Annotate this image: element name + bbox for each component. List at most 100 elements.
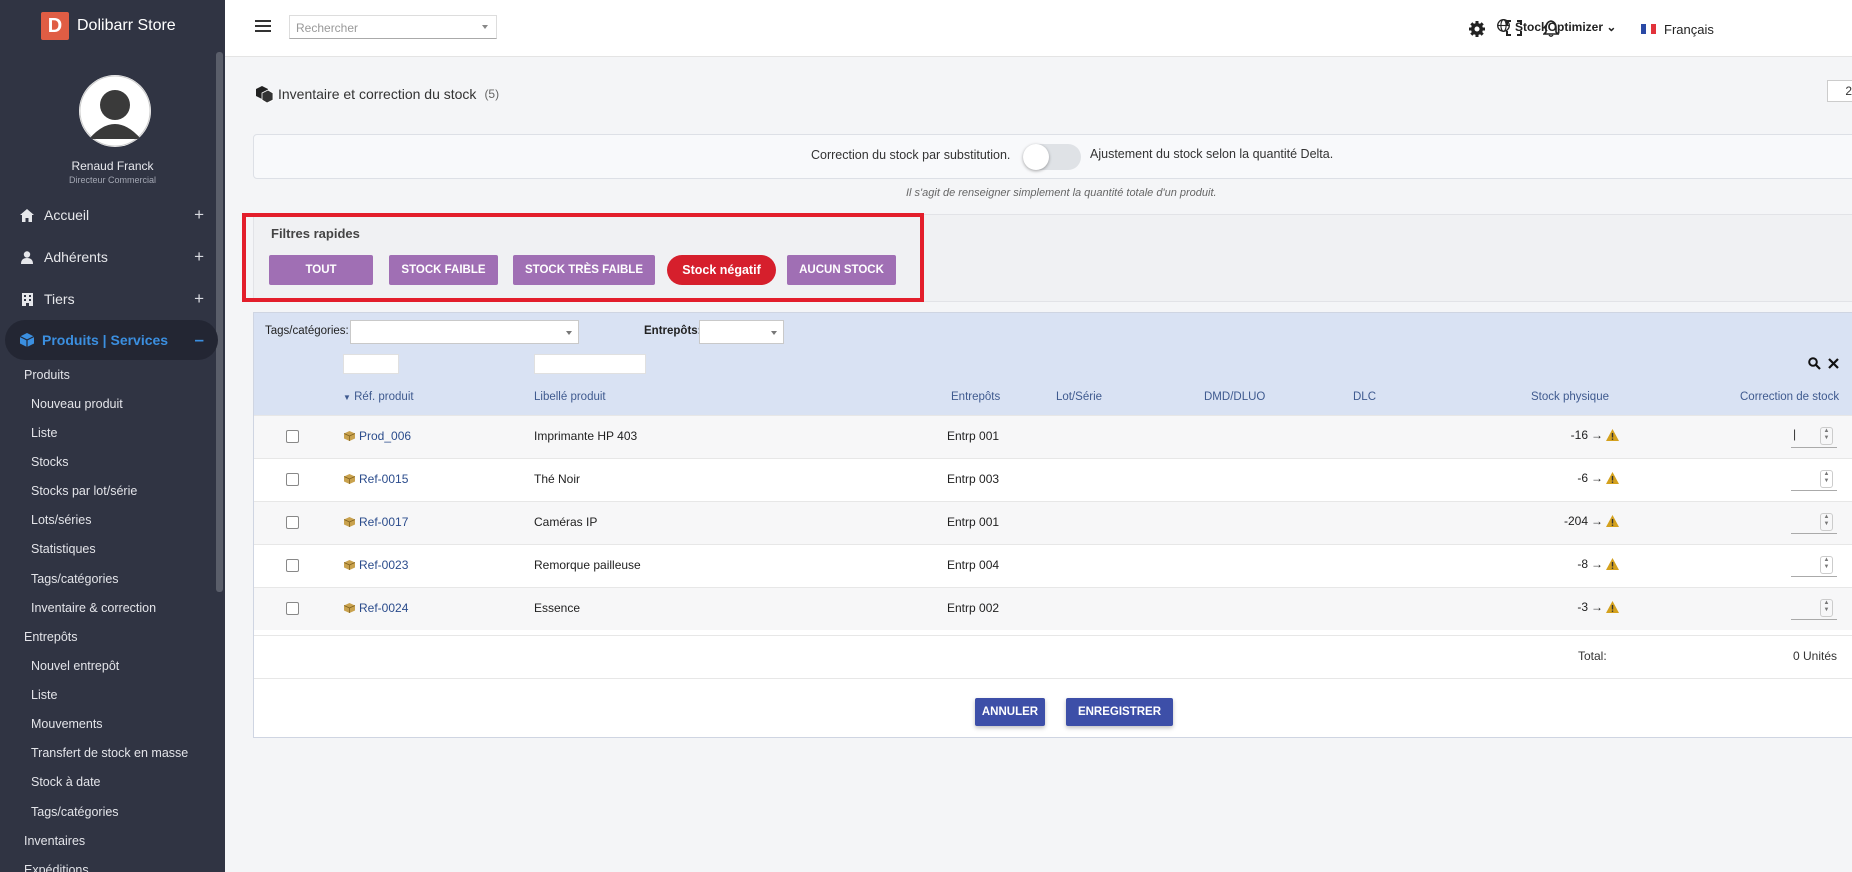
label-filter-input[interactable] bbox=[534, 354, 646, 374]
arrow-right-icon: → bbox=[1591, 557, 1603, 571]
ref-filter-input[interactable] bbox=[343, 354, 399, 374]
product-ref-link[interactable]: Ref-0024 bbox=[344, 601, 408, 615]
avatar[interactable] bbox=[79, 75, 151, 147]
product-ref-link[interactable]: Ref-0023 bbox=[344, 558, 408, 572]
menu-item-tiers[interactable]: Tiers + bbox=[0, 279, 218, 319]
column-header-text: Réf. produit bbox=[354, 391, 414, 403]
sort-desc-icon: ▼ bbox=[343, 393, 351, 402]
row-checkbox[interactable] bbox=[286, 559, 299, 572]
stock-correction-input[interactable]: ▲ ▼ bbox=[1791, 511, 1837, 534]
spinner-arrows-icon[interactable]: ▲ ▼ bbox=[1820, 513, 1833, 531]
cubes-icon bbox=[256, 86, 274, 104]
stock-correction-input[interactable]: ▲ ▼ bbox=[1791, 554, 1837, 577]
product-ref-link[interactable]: Ref-0017 bbox=[344, 515, 408, 529]
user-role: Directeur Commercial bbox=[68, 175, 157, 185]
stock-correction-input[interactable]: | ▲ ▼ bbox=[1791, 425, 1837, 448]
sidebar-scrollbar[interactable] bbox=[216, 52, 223, 592]
product-ref: Ref-0024 bbox=[359, 601, 409, 615]
stock-correction-input[interactable]: ▲ ▼ bbox=[1791, 597, 1837, 620]
spinner-arrows-icon[interactable]: ▲ ▼ bbox=[1820, 470, 1833, 488]
expand-icon[interactable]: + bbox=[194, 289, 204, 309]
submenu-liste[interactable]: Liste bbox=[31, 426, 57, 440]
correction-delta-label: Ajustement du stock selon la quantité De… bbox=[1090, 147, 1334, 161]
stock-value: -16 bbox=[1570, 428, 1588, 442]
stock-correction-input[interactable]: ▲ ▼ bbox=[1791, 468, 1837, 491]
menu-label: Accueil bbox=[44, 207, 90, 223]
clear-filter-icon[interactable] bbox=[1828, 358, 1839, 369]
submenu-mouvements[interactable]: Mouvements bbox=[31, 717, 103, 731]
menu-label: Tiers bbox=[44, 291, 75, 307]
menu-item-produits-services[interactable]: Produits | Services – bbox=[5, 320, 218, 360]
column-header-ref[interactable]: ▼ Réf. produit bbox=[343, 391, 414, 403]
gear-icon[interactable] bbox=[1468, 20, 1486, 38]
row-checkbox[interactable] bbox=[286, 473, 299, 486]
submenu-produits[interactable]: Produits bbox=[24, 368, 70, 382]
chevron-down-icon bbox=[771, 331, 777, 335]
submenu-entrepots[interactable]: Entrepôts bbox=[24, 630, 78, 644]
row-checkbox[interactable] bbox=[286, 602, 299, 615]
search-placeholder: Rechercher bbox=[296, 21, 359, 35]
product-ref-link[interactable]: Prod_006 bbox=[344, 429, 411, 443]
cancel-button[interactable]: ANNULER bbox=[975, 698, 1045, 726]
expand-icon[interactable]: + bbox=[194, 205, 204, 225]
french-flag-icon bbox=[1641, 24, 1656, 34]
column-header-correction[interactable]: Correction de stock bbox=[1740, 391, 1839, 403]
product-ref-link[interactable]: Ref-0015 bbox=[344, 472, 408, 486]
submenu-inventaires[interactable]: Inventaires bbox=[24, 834, 85, 848]
column-header-stock[interactable]: Stock physique bbox=[1531, 391, 1609, 403]
product-label: Imprimante HP 403 bbox=[534, 429, 638, 443]
column-header-dmd[interactable]: DMD/DLUO bbox=[1204, 391, 1265, 403]
warehouse-filter-select[interactable] bbox=[699, 320, 784, 344]
menu-toggle-icon[interactable] bbox=[255, 19, 271, 32]
row-checkbox[interactable] bbox=[286, 430, 299, 443]
spinner-arrows-icon[interactable]: ▲ ▼ bbox=[1820, 427, 1833, 445]
column-header-label[interactable]: Libellé produit bbox=[534, 391, 606, 403]
submenu-stocks-par-lot[interactable]: Stocks par lot/série bbox=[31, 484, 137, 498]
product-box-icon bbox=[344, 431, 355, 441]
submenu-inventaire-correction[interactable]: Inventaire & correction bbox=[31, 601, 156, 615]
column-header-lot[interactable]: Lot/Série bbox=[1056, 391, 1102, 403]
spinner-arrows-icon[interactable]: ▲ ▼ bbox=[1820, 556, 1833, 574]
language-selector[interactable]: Français bbox=[1664, 22, 1714, 37]
column-header-warehouse[interactable]: Entrepôts bbox=[951, 391, 1000, 403]
warehouse-value: Entrp 004 bbox=[947, 558, 1000, 572]
spinner-arrows-icon[interactable]: ▲ ▼ bbox=[1820, 599, 1833, 617]
collapse-icon[interactable]: – bbox=[195, 330, 204, 350]
page-title-text: Inventaire et correction du stock bbox=[278, 86, 477, 102]
submenu-transfert-masse[interactable]: Transfert de stock en masse bbox=[31, 746, 188, 760]
arrow-right-icon: → bbox=[1591, 600, 1603, 614]
save-button[interactable]: ENREGISTRER bbox=[1066, 698, 1173, 726]
product-box-icon bbox=[344, 560, 355, 570]
submenu-statistiques[interactable]: Statistiques bbox=[31, 542, 96, 556]
submenu-expeditions[interactable]: Expéditions bbox=[24, 863, 89, 872]
expand-icon[interactable]: + bbox=[194, 247, 204, 267]
bell-icon[interactable] bbox=[1542, 20, 1561, 38]
submenu-stock-a-date[interactable]: Stock à date bbox=[31, 775, 101, 789]
submenu-liste-entrepots[interactable]: Liste bbox=[31, 688, 57, 702]
top-bar: Rechercher StockOptimizer ⌄ Français bbox=[225, 0, 1852, 57]
page-number-input[interactable]: 2 bbox=[1827, 80, 1852, 102]
submenu-lots-series[interactable]: Lots/séries bbox=[31, 513, 91, 527]
search-input[interactable]: Rechercher bbox=[289, 15, 497, 39]
warehouse-filter-label: Entrepôts: bbox=[644, 325, 702, 337]
submenu-stocks[interactable]: Stocks bbox=[31, 455, 69, 469]
menu-item-adherents[interactable]: Adhérents + bbox=[0, 237, 218, 277]
submenu-nouveau-produit[interactable]: Nouveau produit bbox=[31, 397, 123, 411]
search-icon[interactable] bbox=[1808, 357, 1821, 370]
submenu-tags-categories-2[interactable]: Tags/catégories bbox=[31, 805, 119, 819]
total-value: 0 Unités bbox=[1793, 649, 1838, 663]
menu-item-accueil[interactable]: Accueil + bbox=[0, 195, 218, 235]
submenu-nouvel-entrepot[interactable]: Nouvel entrepôt bbox=[31, 659, 119, 673]
fullscreen-icon[interactable] bbox=[1506, 20, 1524, 38]
column-header-dlc[interactable]: DLC bbox=[1353, 391, 1376, 403]
submenu-tags-categories[interactable]: Tags/catégories bbox=[31, 572, 119, 586]
stock-value: -204 bbox=[1563, 514, 1588, 528]
tags-filter-select[interactable] bbox=[350, 320, 579, 344]
physical-stock: -8 → bbox=[1577, 557, 1619, 571]
user-name[interactable]: Renaud Franck bbox=[0, 159, 225, 173]
correction-mode-toggle[interactable] bbox=[1023, 144, 1081, 170]
tags-filter-label: Tags/catégories: bbox=[265, 325, 349, 337]
module-selector[interactable]: StockOptimizer ⌄ bbox=[1515, 20, 1616, 34]
row-checkbox[interactable] bbox=[286, 516, 299, 529]
brand[interactable]: D Dolibarr Store bbox=[41, 12, 176, 40]
